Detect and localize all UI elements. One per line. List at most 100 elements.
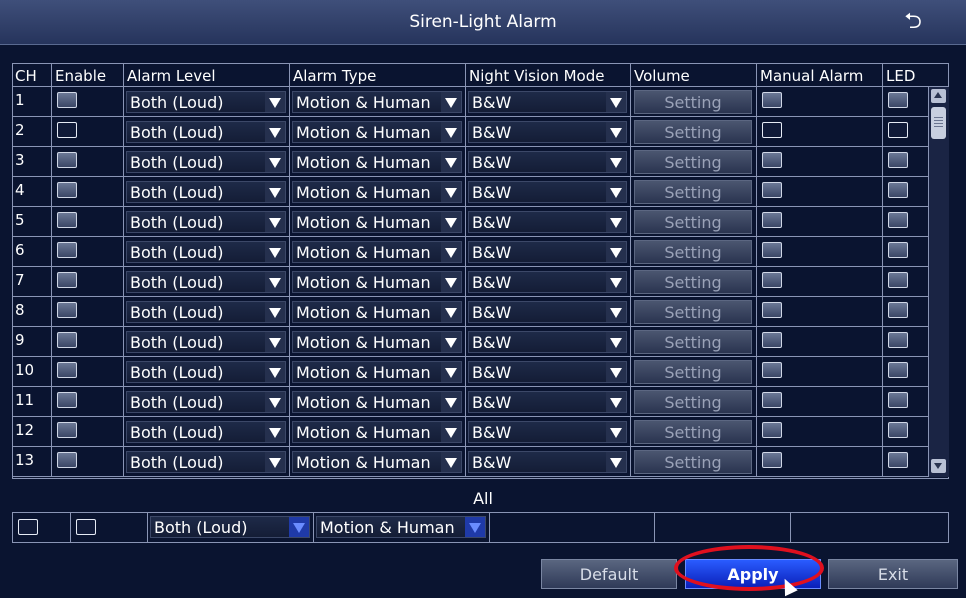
alarm-level-dropdown[interactable]: Both (Loud): [126, 241, 286, 263]
alarm-level-dropdown[interactable]: Both (Loud): [126, 421, 286, 443]
chevron-down-icon[interactable]: [265, 182, 285, 202]
led-checkbox[interactable]: [888, 242, 908, 258]
chevron-down-icon[interactable]: [606, 452, 626, 472]
night-vision-dropdown[interactable]: B&W: [468, 361, 627, 383]
exit-button[interactable]: Exit: [828, 559, 958, 589]
alarm-level-dropdown[interactable]: Both (Loud): [126, 151, 286, 173]
chevron-down-icon[interactable]: [289, 517, 309, 537]
led-checkbox[interactable]: [888, 122, 908, 138]
manual-alarm-checkbox[interactable]: [762, 302, 782, 318]
chevron-down-icon[interactable]: [441, 152, 461, 172]
chevron-down-icon[interactable]: [265, 332, 285, 352]
volume-setting-button[interactable]: Setting: [634, 420, 752, 444]
led-checkbox[interactable]: [888, 272, 908, 288]
volume-setting-button[interactable]: Setting: [634, 150, 752, 174]
volume-setting-button[interactable]: Setting: [634, 390, 752, 414]
enable-checkbox[interactable]: [57, 362, 77, 378]
alarm-type-dropdown[interactable]: Motion & Human: [292, 181, 462, 203]
chevron-down-icon[interactable]: [265, 122, 285, 142]
night-vision-dropdown[interactable]: B&W: [468, 91, 627, 113]
volume-setting-button[interactable]: Setting: [634, 90, 752, 114]
night-vision-dropdown[interactable]: B&W: [468, 211, 627, 233]
scroll-thumb[interactable]: [931, 107, 946, 139]
all-enable-checkbox[interactable]: [18, 519, 38, 535]
night-vision-dropdown[interactable]: B&W: [468, 391, 627, 413]
night-vision-dropdown[interactable]: B&W: [468, 451, 627, 473]
chevron-down-icon[interactable]: [441, 212, 461, 232]
alarm-level-dropdown[interactable]: Both (Loud): [126, 331, 286, 353]
led-checkbox[interactable]: [888, 452, 908, 468]
alarm-level-dropdown[interactable]: Both (Loud): [126, 391, 286, 413]
enable-checkbox[interactable]: [57, 182, 77, 198]
enable-checkbox[interactable]: [57, 92, 77, 108]
apply-button[interactable]: Apply: [685, 559, 821, 589]
enable-checkbox[interactable]: [57, 392, 77, 408]
night-vision-dropdown[interactable]: B&W: [468, 301, 627, 323]
table-scrollbar[interactable]: [928, 87, 949, 477]
led-checkbox[interactable]: [888, 182, 908, 198]
chevron-down-icon[interactable]: [441, 392, 461, 412]
chevron-down-icon[interactable]: [265, 212, 285, 232]
chevron-down-icon[interactable]: [441, 302, 461, 322]
alarm-type-dropdown[interactable]: Motion & Human: [292, 211, 462, 233]
alarm-type-dropdown[interactable]: Motion & Human: [292, 151, 462, 173]
chevron-down-icon[interactable]: [606, 152, 626, 172]
led-checkbox[interactable]: [888, 362, 908, 378]
led-checkbox[interactable]: [888, 152, 908, 168]
manual-alarm-checkbox[interactable]: [762, 332, 782, 348]
volume-setting-button[interactable]: Setting: [634, 270, 752, 294]
return-icon[interactable]: ⮌: [898, 10, 928, 34]
enable-checkbox[interactable]: [57, 452, 77, 468]
enable-checkbox[interactable]: [57, 152, 77, 168]
enable-checkbox[interactable]: [57, 122, 77, 138]
alarm-level-dropdown[interactable]: Both (Loud): [126, 121, 286, 143]
chevron-down-icon[interactable]: [606, 302, 626, 322]
alarm-type-dropdown[interactable]: Motion & Human: [292, 421, 462, 443]
night-vision-dropdown[interactable]: B&W: [468, 121, 627, 143]
manual-alarm-checkbox[interactable]: [762, 242, 782, 258]
alarm-type-dropdown[interactable]: Motion & Human: [292, 391, 462, 413]
all-alarm-level-dropdown[interactable]: Both (Loud): [150, 516, 310, 538]
alarm-type-dropdown[interactable]: Motion & Human: [292, 271, 462, 293]
alarm-type-dropdown[interactable]: Motion & Human: [292, 241, 462, 263]
led-checkbox[interactable]: [888, 392, 908, 408]
all-secondary-checkbox[interactable]: [76, 519, 96, 535]
enable-checkbox[interactable]: [57, 212, 77, 228]
volume-setting-button[interactable]: Setting: [634, 180, 752, 204]
enable-checkbox[interactable]: [57, 302, 77, 318]
volume-setting-button[interactable]: Setting: [634, 240, 752, 264]
chevron-down-icon[interactable]: [606, 212, 626, 232]
chevron-down-icon[interactable]: [606, 122, 626, 142]
chevron-down-icon[interactable]: [606, 362, 626, 382]
enable-checkbox[interactable]: [57, 422, 77, 438]
volume-setting-button[interactable]: Setting: [634, 450, 752, 474]
chevron-down-icon[interactable]: [265, 272, 285, 292]
chevron-down-icon[interactable]: [441, 122, 461, 142]
default-button[interactable]: Default: [541, 559, 677, 589]
alarm-type-dropdown[interactable]: Motion & Human: [292, 91, 462, 113]
manual-alarm-checkbox[interactable]: [762, 92, 782, 108]
scroll-up-arrow-icon[interactable]: [931, 89, 946, 103]
enable-checkbox[interactable]: [57, 272, 77, 288]
led-checkbox[interactable]: [888, 422, 908, 438]
manual-alarm-checkbox[interactable]: [762, 362, 782, 378]
manual-alarm-checkbox[interactable]: [762, 152, 782, 168]
all-alarm-type-dropdown[interactable]: Motion & Human: [316, 516, 486, 538]
alarm-type-dropdown[interactable]: Motion & Human: [292, 361, 462, 383]
led-checkbox[interactable]: [888, 212, 908, 228]
chevron-down-icon[interactable]: [265, 422, 285, 442]
manual-alarm-checkbox[interactable]: [762, 272, 782, 288]
chevron-down-icon[interactable]: [265, 452, 285, 472]
night-vision-dropdown[interactable]: B&W: [468, 241, 627, 263]
manual-alarm-checkbox[interactable]: [762, 212, 782, 228]
led-checkbox[interactable]: [888, 332, 908, 348]
chevron-down-icon[interactable]: [265, 362, 285, 382]
chevron-down-icon[interactable]: [606, 332, 626, 352]
alarm-type-dropdown[interactable]: Motion & Human: [292, 121, 462, 143]
chevron-down-icon[interactable]: [606, 242, 626, 262]
alarm-type-dropdown[interactable]: Motion & Human: [292, 301, 462, 323]
chevron-down-icon[interactable]: [441, 92, 461, 112]
alarm-level-dropdown[interactable]: Both (Loud): [126, 181, 286, 203]
manual-alarm-checkbox[interactable]: [762, 452, 782, 468]
chevron-down-icon[interactable]: [606, 182, 626, 202]
